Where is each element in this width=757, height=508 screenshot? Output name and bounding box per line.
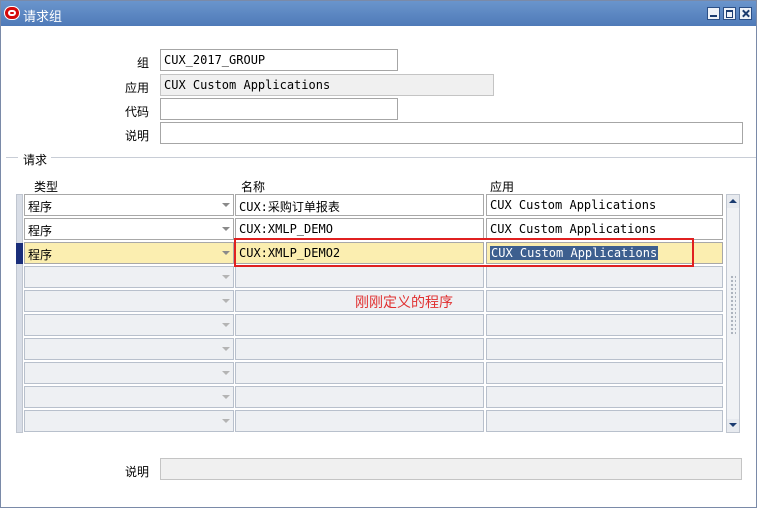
request-group-window: 请求组 组 CUX_2017_GROUP 应用 CUX Custom Appli… xyxy=(0,0,757,508)
cell-application[interactable] xyxy=(486,338,723,360)
cell-application[interactable] xyxy=(486,386,723,408)
dropdown-arrow-icon[interactable] xyxy=(222,419,230,423)
oracle-app-icon xyxy=(4,6,20,20)
cell-type[interactable] xyxy=(24,314,234,336)
cell-application[interactable] xyxy=(486,362,723,384)
cell-application-text: CUX Custom Applications xyxy=(490,222,657,236)
current-row-indicator[interactable] xyxy=(16,243,23,264)
annotation-text: 刚刚定义的程序 xyxy=(355,295,453,311)
section-divider xyxy=(51,157,756,158)
close-icon[interactable] xyxy=(739,7,752,20)
cell-type[interactable] xyxy=(24,410,234,432)
cell-name-text: CUX:采购订单报表 xyxy=(239,200,340,214)
footer-description-label: 说明 xyxy=(124,465,149,479)
code-field[interactable] xyxy=(160,98,398,120)
cell-type[interactable] xyxy=(24,362,234,384)
cell-type[interactable]: 程序 xyxy=(24,194,234,216)
cell-type[interactable]: 程序 xyxy=(24,218,234,240)
scroll-down-icon[interactable] xyxy=(727,419,739,432)
cell-type[interactable] xyxy=(24,290,234,312)
cell-type[interactable] xyxy=(24,266,234,288)
cell-name[interactable] xyxy=(235,266,484,288)
code-label: 代码 xyxy=(124,105,149,119)
row-selector-strip xyxy=(16,194,23,433)
group-label: 组 xyxy=(136,56,149,70)
vertical-scrollbar[interactable] xyxy=(726,194,740,433)
dropdown-arrow-icon[interactable] xyxy=(222,275,230,279)
cell-name-text: CUX:XMLP_DEMO xyxy=(239,222,333,236)
window-title: 请求组 xyxy=(23,10,63,25)
highlight-box xyxy=(234,238,694,267)
cell-application[interactable] xyxy=(486,314,723,336)
dropdown-arrow-icon[interactable] xyxy=(222,227,230,231)
column-header-application: 应用 xyxy=(490,180,515,194)
application-field[interactable]: CUX Custom Applications xyxy=(160,74,494,96)
dropdown-arrow-icon[interactable] xyxy=(222,371,230,375)
column-header-type: 类型 xyxy=(34,180,59,194)
cell-application[interactable] xyxy=(486,290,723,312)
cell-name[interactable] xyxy=(235,386,484,408)
dropdown-arrow-icon[interactable] xyxy=(222,395,230,399)
cell-type-text: 程序 xyxy=(28,248,53,262)
group-field[interactable]: CUX_2017_GROUP xyxy=(160,49,398,71)
cell-application[interactable] xyxy=(486,410,723,432)
dropdown-arrow-icon[interactable] xyxy=(222,203,230,207)
title-bar[interactable]: 请求组 xyxy=(1,1,756,26)
cell-name[interactable]: CUX:XMLP_DEMO xyxy=(235,218,484,240)
cell-name[interactable] xyxy=(235,362,484,384)
dropdown-arrow-icon[interactable] xyxy=(222,251,230,255)
cell-name[interactable] xyxy=(235,314,484,336)
cell-application[interactable]: CUX Custom Applications xyxy=(486,194,723,216)
cell-type[interactable]: 程序 xyxy=(24,242,234,264)
maximize-icon[interactable] xyxy=(723,7,736,20)
scroll-grip[interactable] xyxy=(730,275,736,335)
cell-type[interactable] xyxy=(24,338,234,360)
scroll-up-icon[interactable] xyxy=(727,195,739,208)
column-header-name: 名称 xyxy=(241,180,266,194)
cell-application-text: CUX Custom Applications xyxy=(490,198,657,212)
cell-application[interactable]: CUX Custom Applications xyxy=(486,218,723,240)
dropdown-arrow-icon[interactable] xyxy=(222,299,230,303)
requests-section-label: 请求 xyxy=(23,153,48,167)
cell-type-text: 程序 xyxy=(28,224,53,238)
section-divider xyxy=(6,157,18,158)
application-label: 应用 xyxy=(124,81,149,95)
cell-name[interactable] xyxy=(235,338,484,360)
cell-type-text: 程序 xyxy=(28,200,53,214)
cell-application[interactable] xyxy=(486,266,723,288)
footer-description-field[interactable] xyxy=(160,458,742,480)
cell-type[interactable] xyxy=(24,386,234,408)
description-label: 说明 xyxy=(124,129,149,143)
description-field[interactable] xyxy=(160,122,743,144)
cell-name[interactable] xyxy=(235,410,484,432)
dropdown-arrow-icon[interactable] xyxy=(222,347,230,351)
cell-name[interactable]: CUX:采购订单报表 xyxy=(235,194,484,216)
minimize-icon[interactable] xyxy=(707,7,720,20)
dropdown-arrow-icon[interactable] xyxy=(222,323,230,327)
